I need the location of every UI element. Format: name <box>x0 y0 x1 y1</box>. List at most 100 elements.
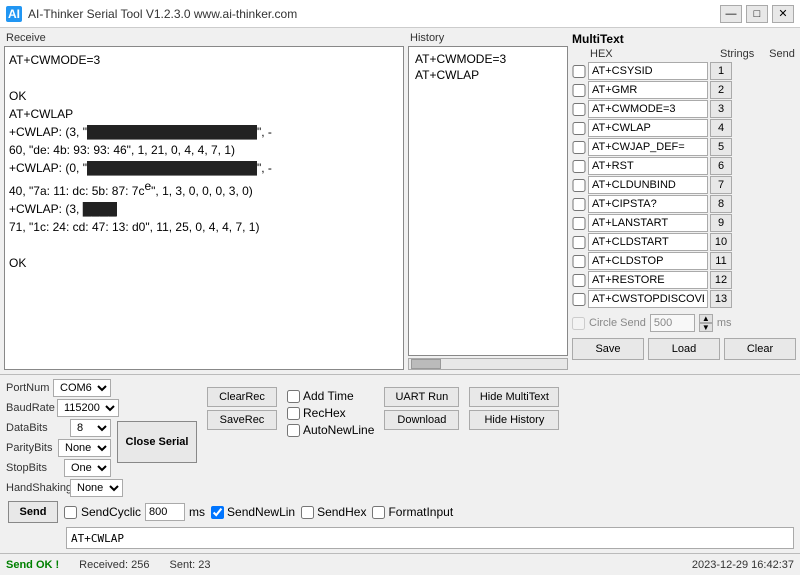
status-ok: Send OK ! <box>6 559 59 571</box>
clear-rec-button[interactable]: ClearRec <box>207 387 277 407</box>
mt-row-checkbox[interactable] <box>572 236 586 249</box>
send-cyclic-checkbox[interactable] <box>64 506 77 519</box>
mt-row-input[interactable] <box>588 290 708 308</box>
multitext-row: 1 <box>572 62 796 80</box>
handshaking-select[interactable]: None <box>70 479 123 497</box>
mt-row-send-btn[interactable]: 12 <box>710 271 732 289</box>
multitext-row: 12 <box>572 271 796 289</box>
mid-btns: ClearRec SaveRec <box>207 387 277 430</box>
receive-line: AT+CWMODE=3 <box>9 51 399 69</box>
mt-row-send-btn[interactable]: 10 <box>710 233 732 251</box>
mt-row-input[interactable] <box>588 176 708 194</box>
baudrate-select[interactable]: 115200 <box>57 399 119 417</box>
receive-box[interactable]: AT+CWMODE=3 OK AT+CWLAP +CWLAP: (3, "███… <box>4 46 404 370</box>
mt-row-input[interactable] <box>588 252 708 270</box>
mt-row-input[interactable] <box>588 157 708 175</box>
add-time-checkbox[interactable] <box>287 390 300 403</box>
circle-send-checkbox[interactable] <box>572 317 585 330</box>
portnum-row: PortNum COM6 <box>6 379 111 397</box>
rec-hex-checkbox[interactable] <box>287 407 300 420</box>
scrollbar-thumb <box>411 359 441 369</box>
mt-row-checkbox[interactable] <box>572 103 586 116</box>
mt-row-input[interactable] <box>588 119 708 137</box>
multitext-row: 2 <box>572 81 796 99</box>
send-newline-label: SendNewLin <box>227 505 295 519</box>
save-button[interactable]: Save <box>572 338 644 360</box>
auto-newline-row: AutoNewLine <box>287 423 374 437</box>
mt-row-input[interactable] <box>588 62 708 80</box>
maximize-button[interactable]: □ <box>746 5 768 23</box>
load-button[interactable]: Load <box>648 338 720 360</box>
mt-row-send-btn[interactable]: 2 <box>710 81 732 99</box>
mt-row-send-btn[interactable]: 13 <box>710 290 732 308</box>
mt-row-input[interactable] <box>588 195 708 213</box>
app-title: AI-Thinker Serial Tool V1.2.3.0 www.ai-t… <box>28 7 297 21</box>
mt-row-checkbox[interactable] <box>572 160 586 173</box>
spin-down[interactable]: ▼ <box>699 323 713 332</box>
databits-select[interactable]: 8 <box>70 419 111 437</box>
mt-row-checkbox[interactable] <box>572 255 586 268</box>
mt-row-checkbox[interactable] <box>572 141 586 154</box>
mt-row-input[interactable] <box>588 100 708 118</box>
multitext-row: 7 <box>572 176 796 194</box>
minimize-button[interactable]: — <box>720 5 742 23</box>
mt-row-checkbox[interactable] <box>572 179 586 192</box>
paritybits-select[interactable]: None <box>58 439 111 457</box>
mt-row-send-btn[interactable]: 3 <box>710 100 732 118</box>
uart-run-button[interactable]: UART Run <box>384 387 459 407</box>
mt-row-send-btn[interactable]: 5 <box>710 138 732 156</box>
mt-row-send-btn[interactable]: 11 <box>710 252 732 270</box>
mt-row-checkbox[interactable] <box>572 198 586 211</box>
close-button[interactable]: ✕ <box>772 5 794 23</box>
mt-row-checkbox[interactable] <box>572 274 586 287</box>
hide-history-button[interactable]: Hide History <box>469 410 559 430</box>
mt-row-input[interactable] <box>588 233 708 251</box>
format-input-checkbox[interactable] <box>372 506 385 519</box>
send-cyclic-label: SendCyclic <box>81 505 141 519</box>
mt-row-send-btn[interactable]: 4 <box>710 119 732 137</box>
mt-row-input[interactable] <box>588 271 708 289</box>
hide-multitext-button[interactable]: Hide MultiText <box>469 387 559 407</box>
clear-button[interactable]: Clear <box>724 338 796 360</box>
mt-row-checkbox[interactable] <box>572 293 586 306</box>
history-item[interactable]: AT+CWMODE=3 <box>413 51 563 67</box>
mt-row-checkbox[interactable] <box>572 65 586 78</box>
receive-panel: Receive AT+CWMODE=3 OK AT+CWLAP +CWLAP: … <box>4 32 404 370</box>
mt-row-send-btn[interactable]: 9 <box>710 214 732 232</box>
history-panel: History AT+CWMODE=3 AT+CWLAP <box>408 32 568 370</box>
portnum-label: PortNum <box>6 382 51 394</box>
send-button[interactable]: Send <box>8 501 58 523</box>
history-box[interactable]: AT+CWMODE=3 AT+CWLAP <box>408 46 568 356</box>
title-bar-controls: — □ ✕ <box>720 5 794 23</box>
multitext-rows: 1 2 3 4 5 6 7 8 <box>572 62 796 308</box>
send-newline-checkbox[interactable] <box>211 506 224 519</box>
mt-row-checkbox[interactable] <box>572 84 586 97</box>
send-text-input[interactable]: AT+CWLAP <box>66 527 794 549</box>
send-hex-row: SendHex <box>301 505 366 519</box>
send-col-header: Send <box>768 48 796 60</box>
spin-up[interactable]: ▲ <box>699 314 713 323</box>
history-item[interactable]: AT+CWLAP <box>413 67 563 83</box>
close-serial-button[interactable]: Close Serial <box>117 421 197 463</box>
mt-row-checkbox[interactable] <box>572 122 586 135</box>
mt-row-checkbox[interactable] <box>572 217 586 230</box>
mt-row-input[interactable] <box>588 214 708 232</box>
mt-row-input[interactable] <box>588 81 708 99</box>
options-col: Add Time RecHex AutoNewLine <box>287 389 374 437</box>
cyclic-ms-input[interactable]: 800 <box>145 503 185 521</box>
paritybits-label: ParityBits <box>6 442 56 454</box>
history-scrollbar[interactable] <box>408 358 568 370</box>
send-hex-checkbox[interactable] <box>301 506 314 519</box>
circle-send-input[interactable]: 500 <box>650 314 695 332</box>
mt-row-send-btn[interactable]: 7 <box>710 176 732 194</box>
mt-row-send-btn[interactable]: 8 <box>710 195 732 213</box>
mt-row-send-btn[interactable]: 6 <box>710 157 732 175</box>
save-rec-button[interactable]: SaveRec <box>207 410 277 430</box>
circle-send-spinner[interactable]: ▲ ▼ <box>699 314 713 332</box>
download-button[interactable]: Download <box>384 410 459 430</box>
mt-row-send-btn[interactable]: 1 <box>710 62 732 80</box>
mt-row-input[interactable] <box>588 138 708 156</box>
auto-newline-checkbox[interactable] <box>287 424 300 437</box>
stopbits-select[interactable]: One <box>64 459 111 477</box>
portnum-select[interactable]: COM6 <box>53 379 111 397</box>
